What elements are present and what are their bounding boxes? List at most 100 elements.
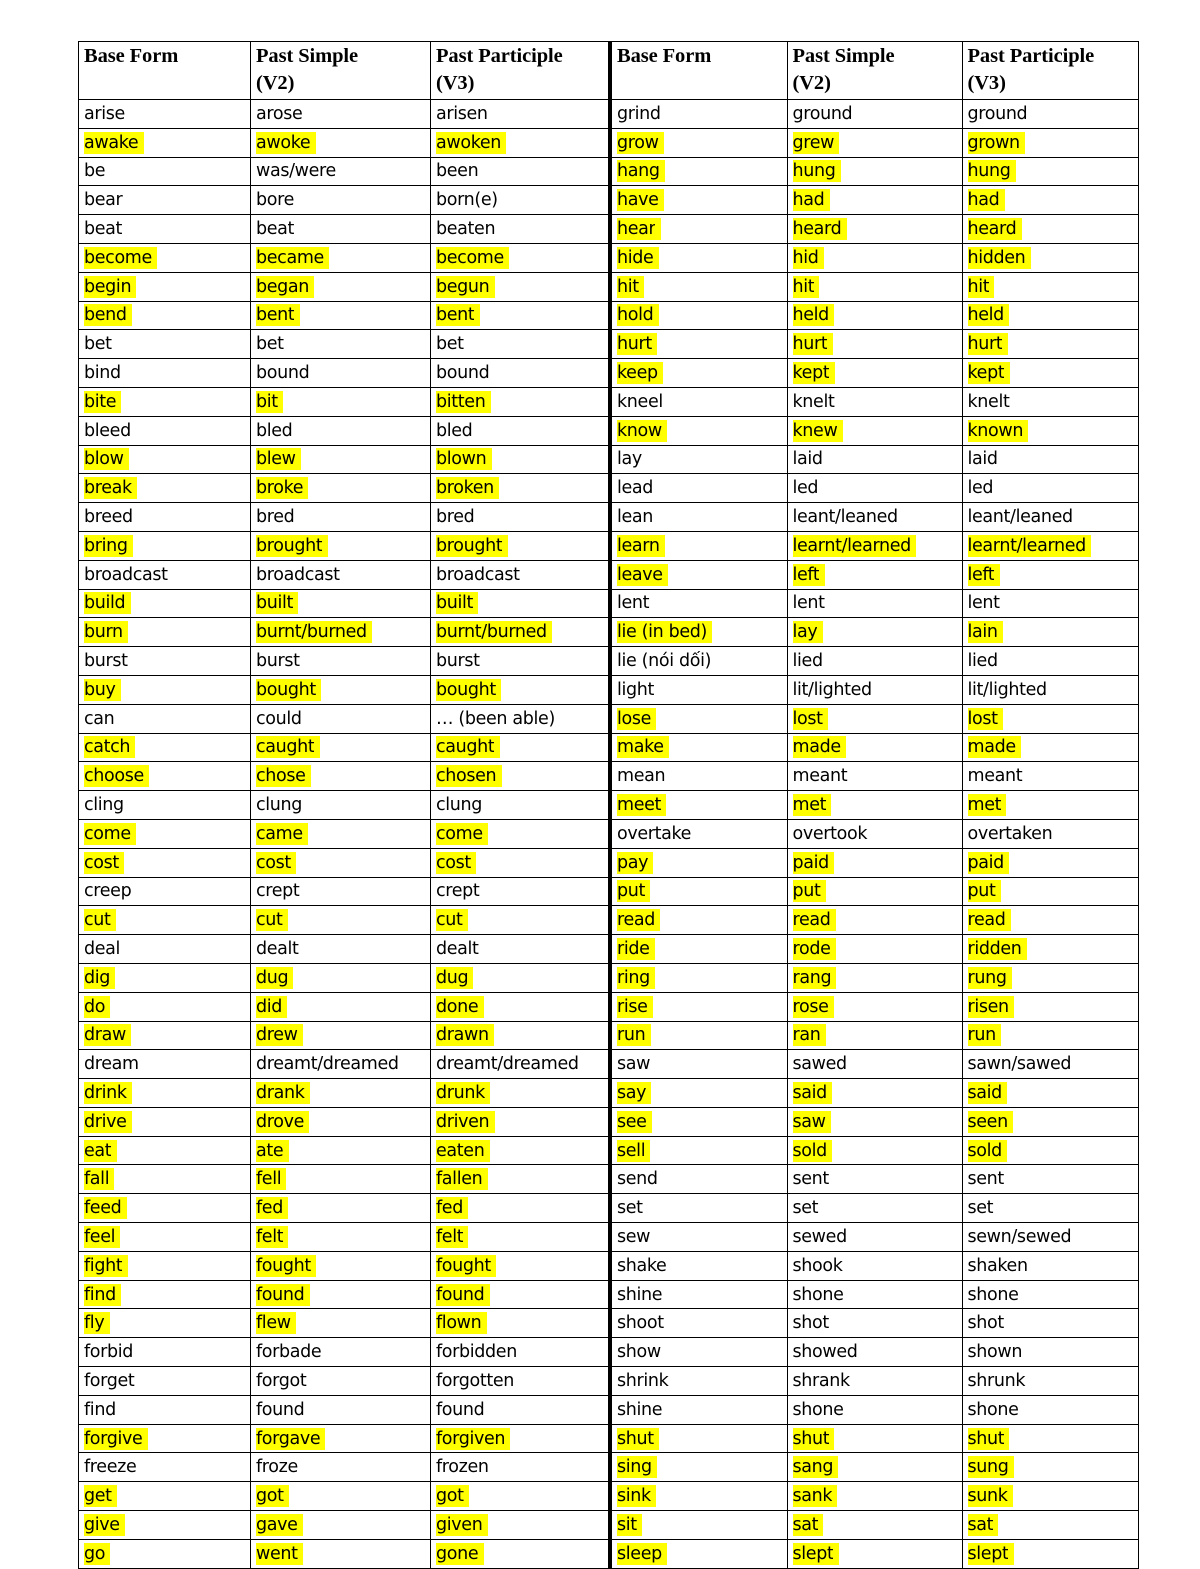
verb-cell-past-simple: made — [786, 732, 963, 763]
highlighted-verb-text: made — [967, 736, 1021, 759]
verb-cell-base-form: pay — [608, 847, 788, 878]
verb-cell-past-participle: set — [961, 1193, 1139, 1224]
verb-cell-past-participle: sent — [961, 1164, 1139, 1195]
highlighted-verb-text: read — [617, 909, 661, 932]
verb-text: send — [617, 1169, 658, 1190]
highlighted-verb-text: make — [617, 736, 669, 759]
verb-cell-base-form: shut — [608, 1423, 788, 1454]
verb-text: can — [84, 708, 115, 729]
verb-cell-past-simple: broadcast — [250, 559, 431, 590]
verb-cell-past-simple: brought — [250, 530, 431, 561]
verb-cell-past-simple: forgave — [250, 1423, 431, 1454]
verb-text: lied — [967, 651, 999, 672]
verb-cell-base-form: fight — [78, 1250, 251, 1281]
highlighted-verb-text: fought — [436, 1254, 497, 1277]
verb-text: shine — [617, 1399, 663, 1420]
table-row: find found found — [78, 1394, 609, 1425]
verb-text: lent — [617, 593, 650, 614]
highlighted-verb-text: fed — [256, 1197, 289, 1220]
verb-text: bled — [436, 420, 473, 441]
highlighted-verb-text: give — [84, 1513, 125, 1536]
highlighted-verb-text: run — [617, 1024, 651, 1047]
verb-cell-past-simple: lost — [786, 703, 963, 734]
verb-text: froze — [256, 1457, 298, 1478]
verb-text: freeze — [84, 1457, 137, 1478]
table-row: bend bent bent — [78, 300, 609, 331]
highlighted-verb-text: put — [617, 880, 651, 903]
verb-cell-past-simple: awoke — [250, 127, 431, 158]
highlighted-verb-text: read — [792, 909, 836, 932]
verb-cell-past-simple: put — [786, 876, 963, 907]
verb-cell-base-form: feed — [78, 1193, 251, 1224]
verb-text: leant/leaned — [792, 507, 899, 528]
verb-text: led — [967, 478, 994, 499]
verb-text: arise — [84, 103, 125, 124]
verb-text: shaken — [967, 1255, 1029, 1276]
verb-cell-past-simple: sent — [786, 1164, 963, 1195]
verb-cell-past-simple: lied — [786, 646, 963, 676]
verb-cell-base-form: kneel — [608, 386, 788, 417]
verb-cell-past-participle: clung — [430, 790, 609, 820]
highlighted-verb-text: went — [256, 1542, 303, 1565]
table-row: burn burnt/burned burnt/burned — [78, 617, 609, 648]
verb-cell-past-simple: ate — [250, 1135, 431, 1166]
table-row: sink sank sunk — [608, 1481, 1139, 1512]
verb-cell-past-participle: hung — [961, 156, 1139, 187]
verb-cell-base-form: lie (in bed) — [608, 617, 788, 648]
table-row: bind bound bound — [78, 358, 609, 388]
verb-cell-past-participle: forgotten — [430, 1366, 609, 1396]
verb-cell-past-simple: rang — [786, 962, 963, 993]
highlighted-verb-text: bought — [256, 678, 322, 701]
table-row: dig dug dug — [78, 962, 609, 993]
highlighted-verb-text: cut — [436, 909, 468, 932]
verb-cell-past-participle: slept — [961, 1538, 1139, 1569]
verb-cell-past-participle: meant — [961, 761, 1139, 792]
header-text-base-form: Base Form — [84, 45, 179, 67]
highlighted-verb-text: sink — [617, 1485, 657, 1508]
table-row: catch caught caught — [78, 732, 609, 763]
verb-cell-base-form: forgive — [78, 1423, 251, 1454]
verb-cell-past-simple: forbade — [250, 1337, 431, 1368]
verb-cell-base-form: lay — [608, 444, 788, 475]
verb-text: ground — [792, 103, 853, 124]
verb-text: … (been able) — [436, 708, 555, 729]
verb-cell-past-participle: sawn/sawed — [961, 1049, 1139, 1080]
table-row: light lit/lighted lit/lighted — [608, 674, 1139, 705]
verb-cell-past-participle: paid — [961, 847, 1139, 878]
highlighted-verb-text: catch — [84, 736, 136, 759]
verb-text: beaten — [436, 219, 496, 240]
verb-cell-past-simple: bled — [250, 415, 431, 446]
table-row: sing sang sung — [608, 1452, 1139, 1483]
table-row: lead led led — [608, 473, 1139, 504]
highlighted-verb-text: hang — [617, 160, 665, 183]
verb-cell-base-form: begin — [78, 271, 251, 302]
highlighted-verb-text: awoken — [436, 131, 507, 154]
highlighted-verb-text: dig — [84, 966, 116, 989]
verb-cell-base-form: cost — [78, 847, 251, 878]
verb-cell-base-form: hang — [608, 156, 788, 187]
highlighted-verb-text: rode — [792, 938, 836, 960]
highlighted-verb-text: learnt/learned — [792, 534, 917, 557]
table-row: lose lost lost — [608, 703, 1139, 734]
verb-text: lied — [792, 651, 824, 672]
verb-text: shine — [617, 1284, 663, 1305]
highlighted-verb-text: ran — [792, 1024, 826, 1047]
highlighted-verb-text: draw — [84, 1024, 132, 1047]
table-row: grind ground ground — [608, 99, 1139, 129]
verb-cell-base-form: overtake — [608, 818, 788, 849]
verb-text: bleed — [84, 420, 131, 441]
verb-cell-past-simple: bound — [250, 358, 431, 388]
verb-text: bled — [256, 420, 293, 441]
verb-cell-past-simple: froze — [250, 1452, 431, 1483]
table-row: fall fell fallen — [78, 1164, 609, 1195]
verb-text: dream — [84, 1054, 139, 1075]
table-row: shake shook shaken — [608, 1250, 1139, 1281]
verb-cell-base-form: sit — [608, 1510, 788, 1540]
table-row: lean leant/leaned leant/leaned — [608, 502, 1139, 532]
document-page: Base Form Past Simple (V2) Past Participl… — [0, 0, 1200, 1569]
table-row: bite bit bitten — [78, 386, 609, 417]
highlighted-verb-text: rung — [967, 966, 1012, 989]
highlighted-verb-text: knew — [792, 419, 843, 442]
verb-text: set — [617, 1198, 643, 1219]
highlighted-verb-text: cut — [256, 909, 288, 932]
